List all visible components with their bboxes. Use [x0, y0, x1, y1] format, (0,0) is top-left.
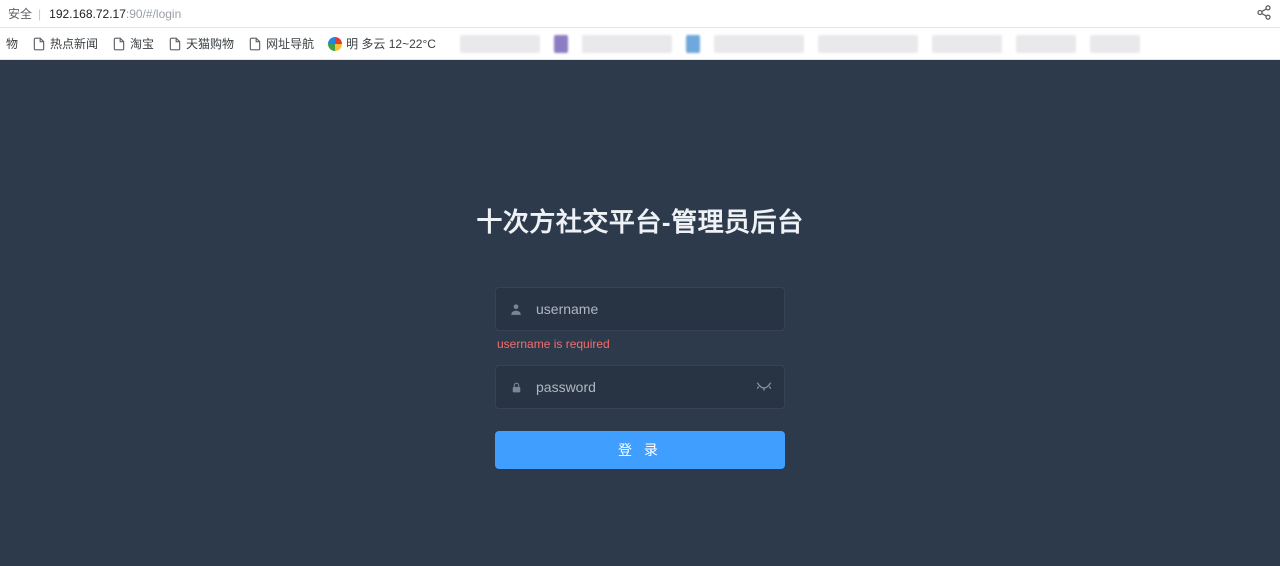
url-rest: :90/#/login [126, 7, 181, 21]
separator: | [38, 7, 41, 21]
share-icon[interactable] [1256, 4, 1272, 23]
page-icon [32, 37, 46, 51]
bookmark-label: 热点新闻 [50, 35, 98, 52]
login-page: 十次方社交平台-管理员后台 username is required 登 录 [0, 60, 1280, 566]
weather-icon [328, 37, 342, 51]
bookmark-label: 网址导航 [266, 35, 314, 52]
bookmark-hotnews[interactable]: 热点新闻 [32, 35, 98, 52]
bookmark-label: 天猫购物 [186, 35, 234, 52]
security-label: 安全 [8, 5, 32, 22]
bookmark-taobao[interactable]: 淘宝 [112, 35, 154, 52]
url-host: 192.168.72.17 [49, 7, 126, 21]
page-icon [248, 37, 262, 51]
page-icon [168, 37, 182, 51]
bookmark-nav[interactable]: 网址导航 [248, 35, 314, 52]
login-button[interactable]: 登 录 [495, 431, 785, 469]
bookmark-truncated[interactable]: 物 [6, 35, 18, 52]
blurred-bookmarks [460, 35, 1140, 53]
password-field-wrapper [495, 365, 785, 409]
eye-icon[interactable] [756, 380, 772, 394]
bookmarks-bar: 物 热点新闻 淘宝 天猫购物 网址导航 明 多云 12~22°C [0, 28, 1280, 60]
lock-icon [508, 379, 524, 395]
bookmark-label: 淘宝 [130, 35, 154, 52]
username-field-wrapper [495, 287, 785, 331]
bookmark-tmall[interactable]: 天猫购物 [168, 35, 234, 52]
bookmark-weather[interactable]: 明 多云 12~22°C [328, 35, 436, 52]
bookmark-label: 物 [6, 35, 18, 52]
login-form: username is required 登 录 [495, 287, 785, 469]
username-input[interactable] [536, 301, 772, 317]
url[interactable]: 192.168.72.17:90/#/login [49, 7, 181, 21]
user-icon [508, 301, 524, 317]
page-title: 十次方社交平台-管理员后台 [476, 202, 803, 239]
address-bar: 安全 | 192.168.72.17:90/#/login [0, 0, 1280, 28]
password-input[interactable] [536, 379, 772, 395]
bookmark-label: 明 多云 12~22°C [346, 35, 436, 52]
username-error: username is required [497, 337, 785, 351]
page-icon [112, 37, 126, 51]
